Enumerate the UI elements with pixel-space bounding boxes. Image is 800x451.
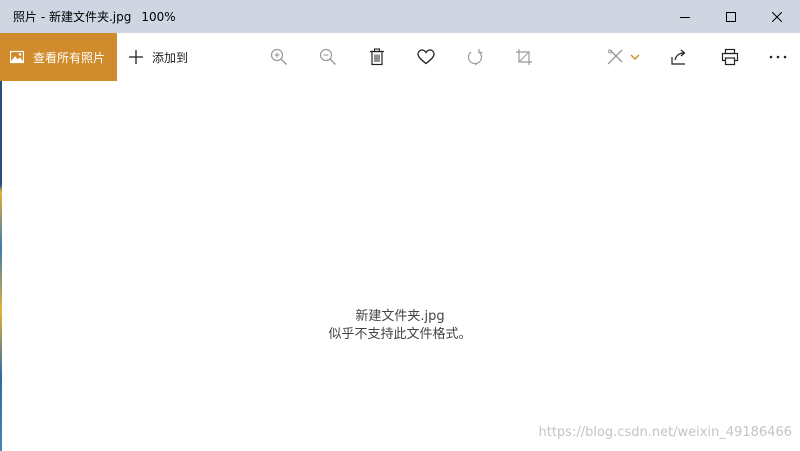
delete-icon <box>370 48 384 66</box>
crop-icon <box>516 49 532 65</box>
favorite-button[interactable] <box>406 33 446 81</box>
unsupported-file-name: 新建文件夹.jpg <box>355 309 445 324</box>
view-all-photos-button[interactable]: 查看所有照片 <box>0 33 117 81</box>
minimize-button[interactable] <box>662 0 708 33</box>
heart-icon <box>417 49 435 65</box>
print-button[interactable] <box>710 33 750 81</box>
edit-and-create-button[interactable] <box>606 33 654 81</box>
more-options-button[interactable] <box>758 33 798 81</box>
watermark: https://blog.csdn.net/weixin_49186466 <box>538 425 792 440</box>
zoom-in-icon <box>270 48 287 65</box>
close-icon <box>772 11 782 22</box>
maximize-button[interactable] <box>708 0 754 33</box>
rotate-button[interactable] <box>455 33 495 81</box>
zoom-out-button[interactable] <box>308 33 348 81</box>
close-button[interactable] <box>754 0 800 33</box>
photo-icon <box>10 50 24 64</box>
plus-icon <box>129 50 143 64</box>
app-name: 照片 <box>13 10 38 24</box>
zoom-out-icon <box>319 48 336 65</box>
more-icon <box>769 55 787 59</box>
toolbar: 查看所有照片 添加到 <box>0 33 800 81</box>
rotate-icon <box>467 49 483 66</box>
crop-button[interactable] <box>504 33 544 81</box>
edit-icon <box>607 49 623 65</box>
chevron-down-icon <box>630 53 640 61</box>
minimize-icon <box>680 16 690 18</box>
title-file-name: 新建文件夹.jpg <box>48 10 132 24</box>
window-controls <box>662 0 800 33</box>
view-all-photos-label: 查看所有照片 <box>33 50 106 65</box>
share-button[interactable] <box>660 33 700 81</box>
window-title: 照片 - 新建文件夹.jpg 100% <box>13 8 176 25</box>
print-icon <box>721 48 739 66</box>
zoom-in-button[interactable] <box>259 33 299 81</box>
add-to-button[interactable]: 添加到 <box>128 33 188 81</box>
share-icon <box>671 49 686 65</box>
delete-button[interactable] <box>357 33 397 81</box>
add-to-label: 添加到 <box>152 50 189 65</box>
background-window-edge <box>0 81 2 451</box>
title-separator: - <box>37 10 49 24</box>
maximize-icon <box>726 11 736 22</box>
title-bar: 照片 - 新建文件夹.jpg 100% <box>0 0 800 33</box>
zoom-level: 100% <box>141 10 176 24</box>
unsupported-format-message: 似乎不支持此文件格式。 <box>328 327 472 342</box>
